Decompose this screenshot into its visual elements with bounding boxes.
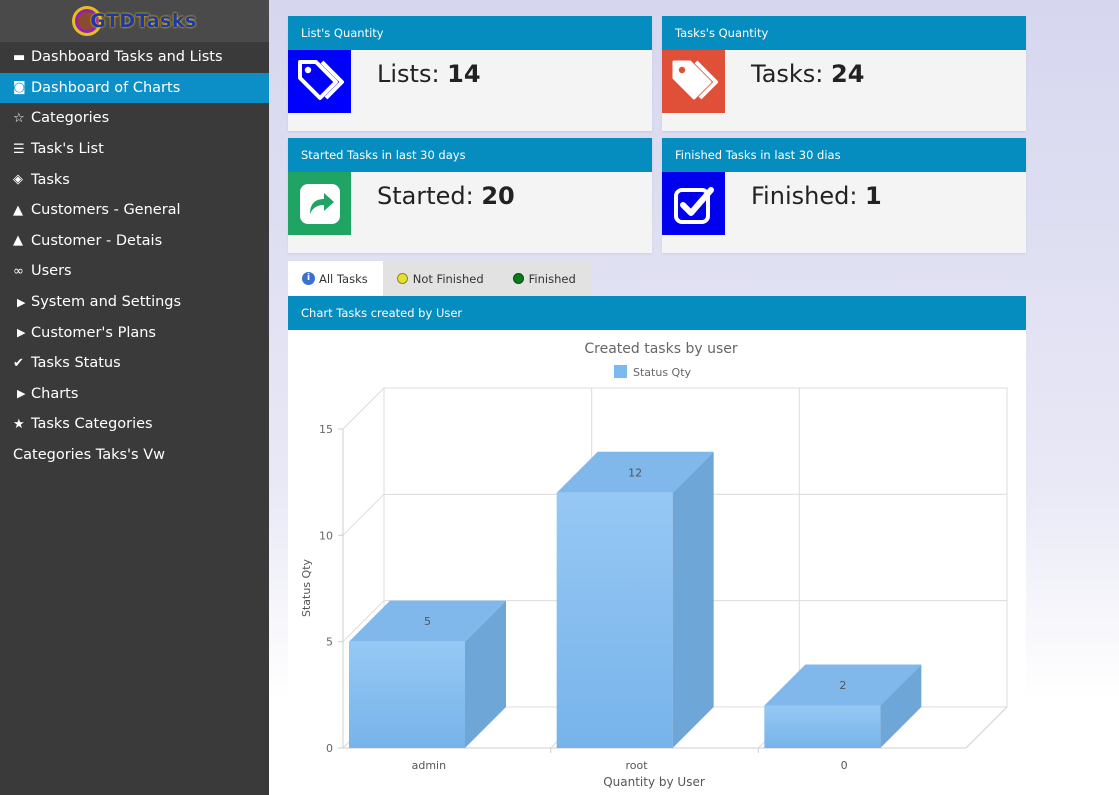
- sidebar: GTDTasks ▬ Dashboard Tasks and Lists ◙ Dash…: [0, 0, 269, 795]
- started-tasks-card: Started Tasks in last 30 days Started: 2…: [288, 138, 652, 253]
- x-axis-label: Quantity by User: [603, 775, 705, 789]
- card-header: List's Quantity: [288, 16, 652, 50]
- sidebar-item-tasks[interactable]: ◈ Tasks: [0, 164, 269, 195]
- sidebar-item-label: Tasks Status: [31, 355, 121, 372]
- sidebar-item-customer-detais[interactable]: ▲ Customer - Detais: [0, 226, 269, 257]
- tag-icon: [288, 50, 351, 113]
- check-icon: ✔: [13, 355, 24, 371]
- sidebar-nav: ▬ Dashboard Tasks and Lists ◙ Dashboard of …: [0, 42, 269, 470]
- sidebar-item-tasks-status[interactable]: ✔ Tasks Status: [0, 348, 269, 379]
- dashboard-icon: ◙: [13, 80, 26, 96]
- card-header: Finished Tasks in last 30 dias: [662, 138, 1026, 172]
- sidebar-item-customers-general[interactable]: ▲ Customers - General: [0, 195, 269, 226]
- caret-right-icon: ▶: [17, 326, 26, 340]
- legend-label: Status Qty: [633, 366, 692, 379]
- sidebar-item-task-s-list[interactable]: ☰ Task's List: [0, 134, 269, 165]
- bar-front: [556, 492, 673, 748]
- x-tick-label: admin: [412, 759, 446, 772]
- sidebar-item-label: Customer - Detais: [31, 232, 163, 249]
- card-header: Started Tasks in last 30 days: [288, 138, 652, 172]
- y-tick-label: 15: [319, 423, 333, 436]
- share-icon: [288, 172, 351, 235]
- sidebar-item-label: Charts: [31, 385, 79, 402]
- lists-count: Lists: 14: [377, 60, 481, 88]
- user-icon: ▲: [13, 202, 23, 218]
- finished-tasks-card: Finished Tasks in last 30 dias Finished:…: [662, 138, 1026, 253]
- sidebar-item-dashboard-tasks-and-lists[interactable]: ▬ Dashboard Tasks and Lists: [0, 42, 269, 73]
- app-logo[interactable]: GTDTasks: [0, 0, 269, 42]
- tasks-by-user-chart: 0 5 10 15 5 admin 12 root 2 0 Created tasks by use…: [300, 341, 1008, 789]
- chart-gridline-side: [342, 387, 385, 430]
- chart-title: Created tasks by user: [584, 341, 737, 357]
- star-icon: ★: [13, 416, 25, 432]
- bar-data-label: 12: [628, 466, 642, 479]
- sidebar-item-tasks-categories[interactable]: ★ Tasks Categories: [0, 409, 269, 440]
- y-tick-label: 5: [326, 636, 333, 649]
- bar-front: [349, 641, 465, 748]
- sidebar-item-label: Dashboard of Charts: [31, 79, 181, 96]
- tab-finished[interactable]: Finished: [498, 261, 591, 296]
- logo-text: GTDTasks: [90, 10, 197, 32]
- sidebar-item-label: Categories: [31, 110, 110, 127]
- sidebar-item-categories-taks-s-vw[interactable]: Categories Taks's Vw: [0, 440, 269, 471]
- bar-data-label: 5: [424, 615, 431, 628]
- card-header: Tasks's Quantity: [662, 16, 1026, 50]
- y-axis-label: Status Qty: [300, 558, 313, 617]
- sidebar-item-label: Tasks: [31, 171, 70, 188]
- sidebar-item-users[interactable]: ∞ Users: [0, 256, 269, 287]
- y-tick-label: 0: [326, 742, 333, 755]
- bar-data-label: 2: [839, 679, 846, 692]
- checkbox-icon: [662, 172, 725, 235]
- card-icon: ▬: [13, 49, 26, 65]
- sidebar-item-label: Users: [31, 263, 72, 280]
- chart-gridline-side: [342, 493, 385, 536]
- list-icon: ☰: [13, 141, 25, 157]
- y-tick-label: 10: [319, 529, 333, 542]
- started-count: Started: 20: [377, 182, 515, 210]
- glasses-icon: ∞: [13, 263, 24, 279]
- sidebar-item-label: Customer's Plans: [31, 324, 156, 341]
- tags-icon: ◈: [13, 172, 23, 188]
- tag-icon: [662, 50, 725, 113]
- sidebar-item-label: System and Settings: [31, 294, 182, 311]
- sidebar-item-label: Categories Taks's Vw: [13, 447, 165, 464]
- tab-all-tasks[interactable]: i All Tasks: [288, 261, 383, 296]
- yellow-dot-icon: [396, 273, 408, 284]
- star-outline-icon: ☆: [13, 110, 25, 126]
- sidebar-item-label: Task's List: [31, 141, 104, 158]
- chart-tabs: i All Tasks Not Finished Finished: [288, 261, 591, 296]
- info-icon: i: [302, 272, 315, 285]
- sidebar-item-categories[interactable]: ☆ Categories: [0, 103, 269, 134]
- sidebar-item-charts[interactable]: ▶ Charts: [0, 379, 269, 410]
- sidebar-item-label: Dashboard Tasks and Lists: [31, 49, 223, 66]
- caret-right-icon: ▶: [17, 387, 26, 401]
- tasks-quantity-card: Tasks's Quantity Tasks: 24: [662, 16, 1026, 131]
- sidebar-item-label: Customers - General: [31, 202, 181, 219]
- user-icon: ▲: [13, 233, 23, 249]
- x-tick-label: 0: [841, 759, 848, 772]
- chart-panel-header: Chart Tasks created by User: [288, 296, 1026, 330]
- caret-right-icon: ▶: [17, 295, 26, 309]
- legend-swatch: [614, 365, 627, 378]
- chart-panel: Chart Tasks created by User 0 5 10 15 5 admin…: [288, 296, 1026, 795]
- finished-count: Finished: 1: [751, 182, 882, 210]
- tab-not-finished[interactable]: Not Finished: [382, 261, 499, 296]
- sidebar-item-system-and-settings[interactable]: ▶ System and Settings: [0, 287, 269, 318]
- bar-side: [672, 451, 714, 748]
- sidebar-item-dashboard-of-charts[interactable]: ◙ Dashboard of Charts: [0, 72, 269, 104]
- chart-floor-edge: [965, 706, 1008, 749]
- lists-quantity-card: List's Quantity Lists: 14: [288, 16, 652, 131]
- x-tick-label: root: [625, 759, 648, 772]
- green-dot-icon: [512, 273, 524, 284]
- bar-front: [764, 705, 881, 748]
- sidebar-item-label: Tasks Categories: [31, 416, 153, 433]
- tasks-count: Tasks: 24: [751, 60, 865, 88]
- sidebar-item-customer-s-plans[interactable]: ▶ Customer's Plans: [0, 317, 269, 348]
